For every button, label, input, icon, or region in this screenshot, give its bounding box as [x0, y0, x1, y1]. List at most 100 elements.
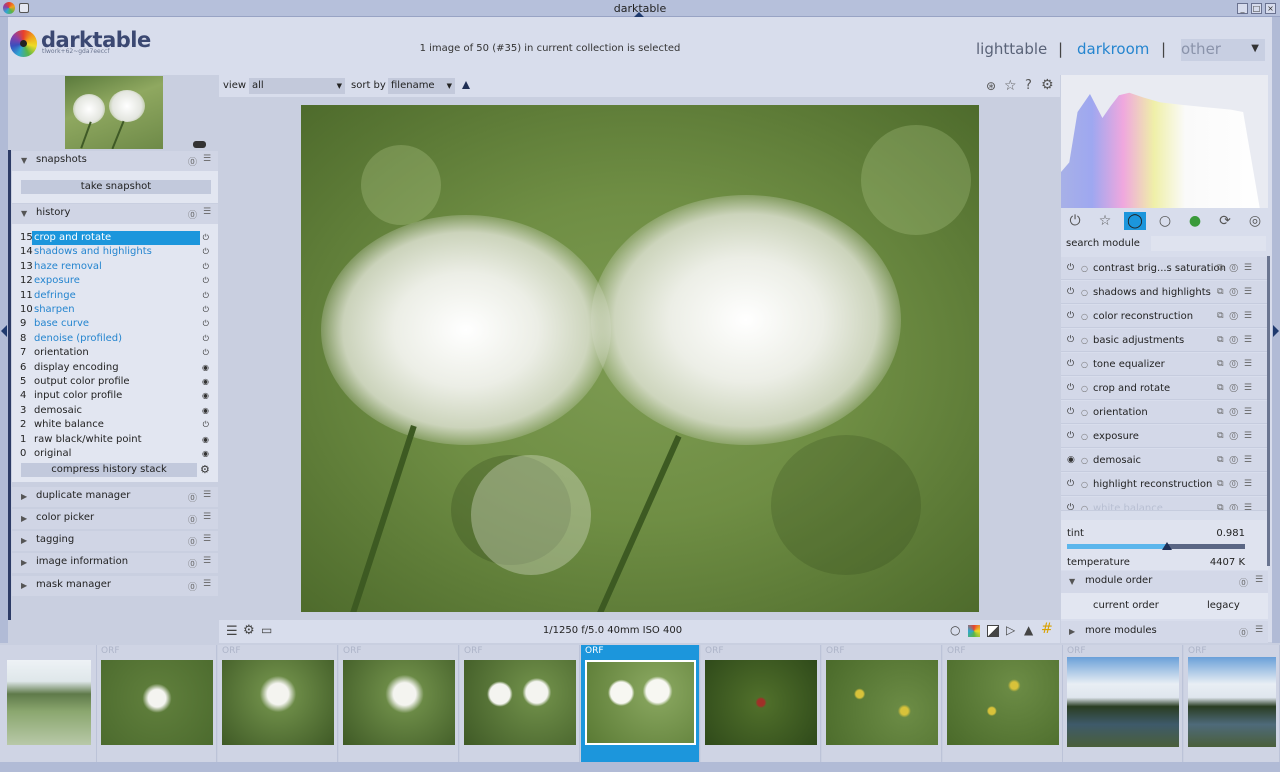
history-item[interactable]: 2 white balance ⏻ [20, 418, 215, 432]
filmstrip-thumbnail[interactable] [705, 660, 817, 745]
filmstrip-thumbnail[interactable] [464, 660, 576, 745]
history-item[interactable]: 4 input color profile ◉ [20, 389, 215, 403]
module-header[interactable]: ⏻ ○ basic adjustments ⧉⓪☰ [1061, 329, 1268, 352]
power-icon[interactable]: ⏻ [1067, 425, 1074, 448]
color-group-icon[interactable]: ● [1184, 212, 1206, 230]
view-other-dropdown[interactable]: other ▼ [1181, 39, 1265, 61]
power-icon[interactable]: ⏻ [1064, 212, 1086, 230]
sort-by-select[interactable]: filename ▼ [388, 78, 455, 94]
filmstrip-thumbnail[interactable] [947, 660, 1059, 745]
filmstrip-thumbnail[interactable] [101, 660, 213, 745]
module-order-header[interactable]: ▼ module order ⓪ ☰ [1061, 571, 1268, 593]
navigation-thumbnail[interactable] [65, 76, 163, 149]
tint-slider-handle[interactable] [1161, 542, 1172, 550]
module-actions-icon[interactable]: ⧉⓪☰ [1217, 305, 1258, 328]
more-modules-header[interactable]: ▶ more modules ⓪ ☰ [1061, 621, 1268, 643]
module-header[interactable]: ⏻ ○ shadows and highlights ⧉⓪☰ [1061, 281, 1268, 304]
zoom-indicator[interactable] [193, 141, 206, 148]
presets-menu-icon[interactable]: ☰ [203, 556, 211, 566]
compress-history-style-icon[interactable]: ⚙ [200, 463, 212, 477]
module-actions-icon[interactable]: ⧉⓪☰ [1217, 257, 1258, 280]
star-icon[interactable]: ☆ [1004, 78, 1017, 94]
reset-icon[interactable]: ⓪ [188, 535, 197, 548]
history-item[interactable]: 15crop and rotate ⏻ [20, 231, 215, 245]
reset-icon[interactable]: ⓪ [1239, 576, 1248, 589]
right-panel-collapse-icon[interactable] [1273, 325, 1279, 337]
power-icon[interactable]: ⏻ [1067, 353, 1074, 376]
compress-history-button[interactable]: compress history stack [21, 463, 197, 477]
module-actions-icon[interactable]: ⧉⓪☰ [1217, 353, 1258, 376]
reset-icon[interactable]: ⓪ [188, 580, 197, 593]
filmstrip-thumbnail[interactable] [1067, 657, 1179, 747]
reset-icon[interactable]: ⓪ [1239, 626, 1248, 639]
history-item[interactable]: 6 display encoding ◉ [20, 361, 215, 375]
history-item[interactable]: 1 raw black/white point ◉ [20, 433, 215, 447]
quick-access-menu-icon[interactable]: ☰ [226, 624, 238, 639]
history-item[interactable]: 0 original ◉ [20, 447, 215, 461]
power-icon[interactable]: ⏻ [1067, 473, 1074, 496]
module-image-information[interactable]: ▶ image information ⓪ ☰ [12, 553, 218, 573]
history-item[interactable]: 14shadows and highlights ⏻ [20, 245, 215, 259]
snapshots-header[interactable]: ▼ snapshots ⓪ ☰ [12, 151, 218, 171]
history-item[interactable]: 5 output color profile ◉ [20, 375, 215, 389]
power-icon[interactable]: ⏻ [1067, 281, 1074, 304]
history-item[interactable]: 8 denoise (profiled) ⏻ [20, 332, 215, 346]
filmstrip-thumbnail[interactable] [222, 660, 334, 745]
presets-menu-icon[interactable]: ☰ [203, 490, 211, 500]
module-actions-icon[interactable]: ⧉⓪☰ [1217, 497, 1258, 510]
warning-icon[interactable]: ▲ [1024, 623, 1033, 637]
take-snapshot-button[interactable]: take snapshot [21, 180, 211, 194]
lightbulb-icon[interactable]: ○ [950, 623, 960, 637]
module-header[interactable]: ◉ ○ demosaic ⧉⓪☰ [1061, 449, 1268, 472]
help-icon[interactable]: ? [1025, 78, 1032, 93]
presets-menu-icon[interactable]: ☰ [203, 207, 211, 217]
module-header[interactable]: ⏻ ○ crop and rotate ⧉⓪☰ [1061, 377, 1268, 400]
effect-group-icon[interactable]: ◎ [1244, 212, 1266, 230]
view-lighttable[interactable]: lighttable [976, 40, 1047, 58]
grouping-icon[interactable]: ⊛ [986, 79, 996, 93]
module-mask-manager[interactable]: ▶ mask manager ⓪ ☰ [12, 576, 218, 596]
history-item[interactable]: 9 base curve ⏻ [20, 317, 215, 331]
second-window-icon[interactable]: ▭ [261, 623, 272, 637]
module-header[interactable]: ⏻ ○ white balance ⧉⓪☰ [1061, 497, 1268, 511]
module-actions-icon[interactable]: ⧉⓪☰ [1217, 425, 1258, 448]
histogram[interactable] [1061, 75, 1268, 208]
view-filter-select[interactable]: all ▼ [249, 78, 345, 94]
history-item[interactable]: 7 orientation ⏻ [20, 346, 215, 360]
module-actions-icon[interactable]: ⧉⓪☰ [1217, 377, 1258, 400]
reset-icon[interactable]: ⓪ [188, 491, 197, 504]
reset-icon[interactable]: ⓪ [188, 557, 197, 570]
history-item[interactable]: 12exposure ⏻ [20, 274, 215, 288]
focus-peaking-icon[interactable]: ▷ [1006, 623, 1015, 637]
softproof-icon[interactable] [968, 625, 980, 637]
module-actions-icon[interactable]: ⧉⓪☰ [1217, 449, 1258, 472]
history-item[interactable]: 3 demosaic ◉ [20, 404, 215, 418]
minimize-button[interactable]: _ [1237, 3, 1248, 14]
module-actions-icon[interactable]: ⧉⓪☰ [1217, 401, 1258, 424]
filmstrip-thumbnail[interactable] [585, 660, 696, 745]
maximize-button[interactable]: □ [1251, 3, 1262, 14]
power-icon[interactable]: ⏻ [1067, 329, 1074, 352]
presets-menu-icon[interactable]: ☰ [203, 512, 211, 522]
module-duplicate-manager[interactable]: ▶ duplicate manager ⓪ ☰ [12, 487, 218, 507]
filmstrip-thumbnail[interactable] [6, 660, 91, 745]
history-item[interactable]: 13haze removal ⏻ [20, 260, 215, 274]
correct-group-icon[interactable]: ⟳ [1214, 212, 1236, 230]
module-header[interactable]: ⏻ ○ orientation ⧉⓪☰ [1061, 401, 1268, 424]
module-header[interactable]: ⏻ ○ tone equalizer ⧉⓪☰ [1061, 353, 1268, 376]
view-darkroom[interactable]: darkroom [1077, 40, 1149, 58]
search-module-input[interactable] [1151, 236, 1266, 251]
presets-menu-icon[interactable]: ☰ [203, 579, 211, 589]
close-button[interactable]: × [1265, 3, 1276, 14]
power-icon[interactable]: ⏻ [1067, 497, 1074, 510]
module-header[interactable]: ⏻ ○ exposure ⧉⓪☰ [1061, 425, 1268, 448]
presets-menu-icon[interactable]: ☰ [203, 154, 211, 164]
power-icon[interactable]: ⏻ [1067, 257, 1074, 280]
module-actions-icon[interactable]: ⧉⓪☰ [1217, 473, 1258, 496]
right-panel-scrollbar[interactable] [1267, 256, 1270, 566]
power-icon[interactable]: ⏻ [1067, 305, 1074, 328]
history-header[interactable]: ▼ history ⓪ ☰ [12, 204, 218, 224]
reset-icon[interactable]: ⓪ [188, 155, 197, 168]
module-header[interactable]: ⏻ ○ contrast brig...s saturation ⧉⓪☰ [1061, 257, 1268, 280]
tone-group-icon[interactable]: ○ [1154, 212, 1176, 230]
